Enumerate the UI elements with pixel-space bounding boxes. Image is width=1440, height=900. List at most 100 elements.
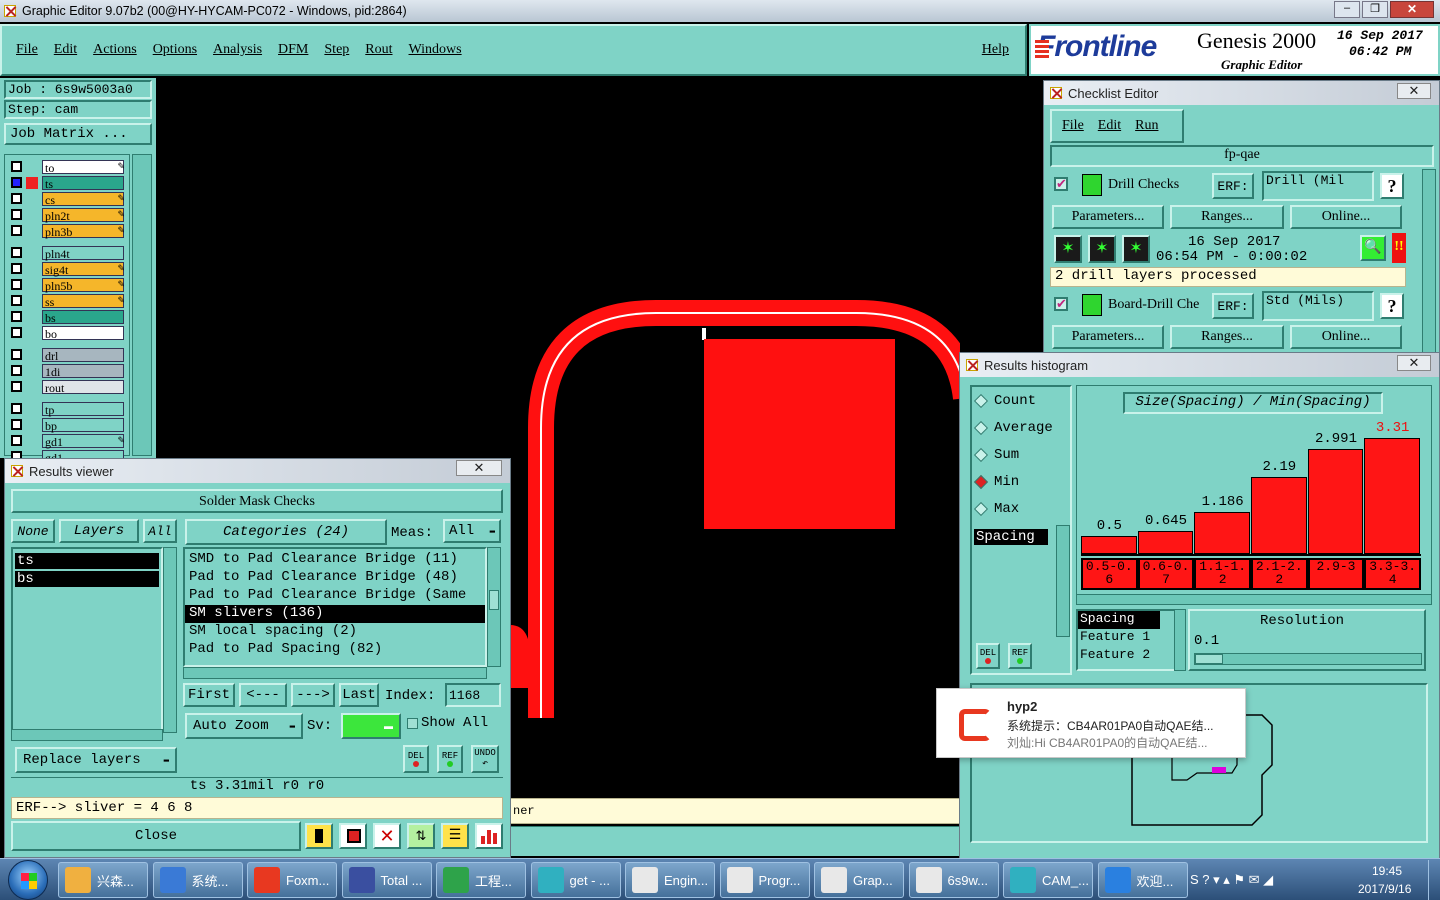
layer-row[interactable]: drl [11, 347, 129, 363]
taskbar-item[interactable]: 6s9w... [908, 862, 999, 898]
ranges-button[interactable]: Ranges... [1170, 325, 1284, 349]
delete-feature-icon[interactable]: ✕ [373, 823, 401, 849]
layer-row[interactable]: tp [11, 401, 129, 417]
layer-row[interactable]: bo [11, 325, 129, 341]
undo-button[interactable]: UNDO ↶ [471, 745, 499, 773]
menu-step[interactable]: Step [324, 42, 349, 58]
layer-checkbox[interactable] [11, 311, 22, 322]
taskbar-item[interactable]: 欢迎... [1097, 862, 1188, 898]
layer-checkbox[interactable] [11, 225, 22, 236]
ref-button[interactable]: REF [437, 745, 463, 773]
histogram-bar[interactable] [1307, 449, 1364, 554]
layers-button[interactable]: Layers [59, 519, 139, 543]
replace-layers-select[interactable]: Replace layers ▬ [15, 747, 177, 773]
layer-row[interactable]: pln3b ✎ [11, 223, 129, 239]
layer-checkbox[interactable] [11, 263, 22, 274]
layer-checkbox[interactable] [11, 435, 22, 446]
layer-row[interactable]: rout [11, 379, 129, 395]
layer-row[interactable]: 1di [11, 363, 129, 379]
category-item[interactable]: SMD to Pad Clearance Bridge (11) [185, 551, 485, 569]
checklist-menu-file[interactable]: File [1062, 118, 1084, 134]
category-item[interactable]: Pad to Pad Spacing (82) [185, 641, 485, 659]
histogram-list-scrollbar[interactable] [1056, 525, 1070, 637]
layer-checkbox[interactable] [11, 279, 22, 290]
ranges-button[interactable]: Ranges... [1170, 205, 1284, 229]
menu-analysis[interactable]: Analysis [213, 42, 262, 58]
category-scrollbar[interactable] [487, 547, 501, 667]
highlight-icon[interactable] [305, 823, 333, 849]
menu-edit[interactable]: Edit [54, 42, 77, 58]
start-button[interactable] [8, 860, 48, 900]
none-button[interactable]: None [11, 519, 55, 543]
menu-rout[interactable]: Rout [365, 42, 392, 58]
feature-list-scrollbar[interactable] [1174, 609, 1186, 671]
category-item[interactable]: SM slivers (136) [185, 605, 485, 623]
layer-row[interactable]: pln4t [11, 245, 129, 261]
taskbar-item[interactable]: Foxm... [247, 862, 337, 898]
all-layers-button[interactable]: All [143, 519, 177, 543]
taskbar-item[interactable]: Engin... [625, 862, 715, 898]
mode-radio-average[interactable]: Average [973, 420, 1053, 436]
stop-icon[interactable]: ✶ [1122, 235, 1150, 263]
layer-checkbox[interactable] [11, 365, 22, 376]
taskbar-item[interactable]: Progr... [719, 862, 810, 898]
mode-radio-min[interactable]: Min [973, 474, 1019, 490]
erf-value[interactable]: Drill (Mil [1262, 171, 1374, 201]
del-button[interactable]: DEL [403, 745, 429, 773]
result-layer-item[interactable]: ts [15, 553, 159, 569]
taskbar-item[interactable]: 系统... [152, 862, 243, 898]
layer-checkbox[interactable] [11, 327, 22, 338]
parameters-button[interactable]: Parameters... [1052, 205, 1164, 229]
mode-radio-sum[interactable]: Sum [973, 447, 1019, 463]
mode-radio-max[interactable]: Max [973, 501, 1019, 517]
job-matrix-button[interactable]: Job Matrix ... [4, 123, 152, 145]
layer-checkbox[interactable] [11, 177, 22, 188]
layer-checkbox[interactable] [11, 381, 22, 392]
checklist-menu-run[interactable]: Run [1135, 118, 1158, 134]
taskbar-item[interactable]: 兴森... [58, 862, 148, 898]
mode-radio-count[interactable]: Count [973, 393, 1036, 409]
menu-dfm[interactable]: DFM [278, 42, 308, 58]
taskbar-item[interactable]: Total ... [341, 862, 432, 898]
layer-row[interactable]: pln2t ✎ [11, 207, 129, 223]
menu-options[interactable]: Options [153, 42, 197, 58]
prev-button[interactable]: <--- [239, 683, 287, 707]
taskbar-item[interactable]: Grap... [814, 862, 904, 898]
check-enabled-checkbox[interactable]: ✔ [1054, 297, 1068, 311]
layer-checkbox[interactable] [11, 295, 22, 306]
taskbar-item[interactable]: CAM_... [1003, 862, 1093, 898]
check-help-button[interactable]: ? [1380, 293, 1404, 319]
sv-color-select[interactable]: ▬ [341, 713, 401, 739]
red-feature-icon[interactable] [339, 823, 367, 849]
layer-row[interactable]: bs [11, 309, 129, 325]
layer-row[interactable]: bp [11, 417, 129, 433]
layer-checkbox[interactable] [11, 193, 22, 204]
cross-section-icon[interactable]: ⇅ [407, 823, 435, 849]
next-button[interactable]: ---> [291, 683, 335, 707]
histogram-hscroll[interactable] [1077, 594, 1431, 604]
tray-icons[interactable]: S ? ▾ ▴ ⚑ ✉ ◢ [1190, 872, 1273, 888]
layer-checkbox[interactable] [11, 247, 22, 258]
histogram-close-icon[interactable]: ✕ [1397, 355, 1431, 371]
taskbar-item[interactable]: 工程... [436, 862, 526, 898]
checklist-menu-edit[interactable]: Edit [1098, 118, 1121, 134]
histogram-icon[interactable] [475, 823, 503, 849]
layer-row[interactable]: ss ✎ [11, 293, 129, 309]
categories-button[interactable]: Categories (24) [185, 519, 387, 545]
resolution-slider-thumb[interactable] [1195, 654, 1223, 664]
layer-scrollbar[interactable] [132, 154, 152, 456]
layer-checkbox[interactable] [11, 419, 22, 430]
layer-row[interactable]: gd1 ✎ [11, 433, 129, 449]
histogram-list-item[interactable]: Spacing [974, 529, 1048, 545]
result-layer-item[interactable]: bs [15, 571, 159, 587]
first-button[interactable]: First [183, 683, 235, 707]
layer-checkbox[interactable] [11, 161, 22, 172]
erf-button[interactable]: ERF: [1212, 293, 1254, 319]
layer-row[interactable]: cs ✎ [11, 191, 129, 207]
layer-row[interactable]: to ✎ [11, 159, 129, 175]
index-input[interactable] [445, 683, 501, 707]
parameters-button[interactable]: Parameters... [1052, 325, 1164, 349]
run-icon[interactable]: ✶ [1054, 235, 1082, 263]
feature-list-item[interactable]: Spacing [1078, 611, 1160, 629]
show-desktop-button[interactable] [1428, 860, 1440, 900]
